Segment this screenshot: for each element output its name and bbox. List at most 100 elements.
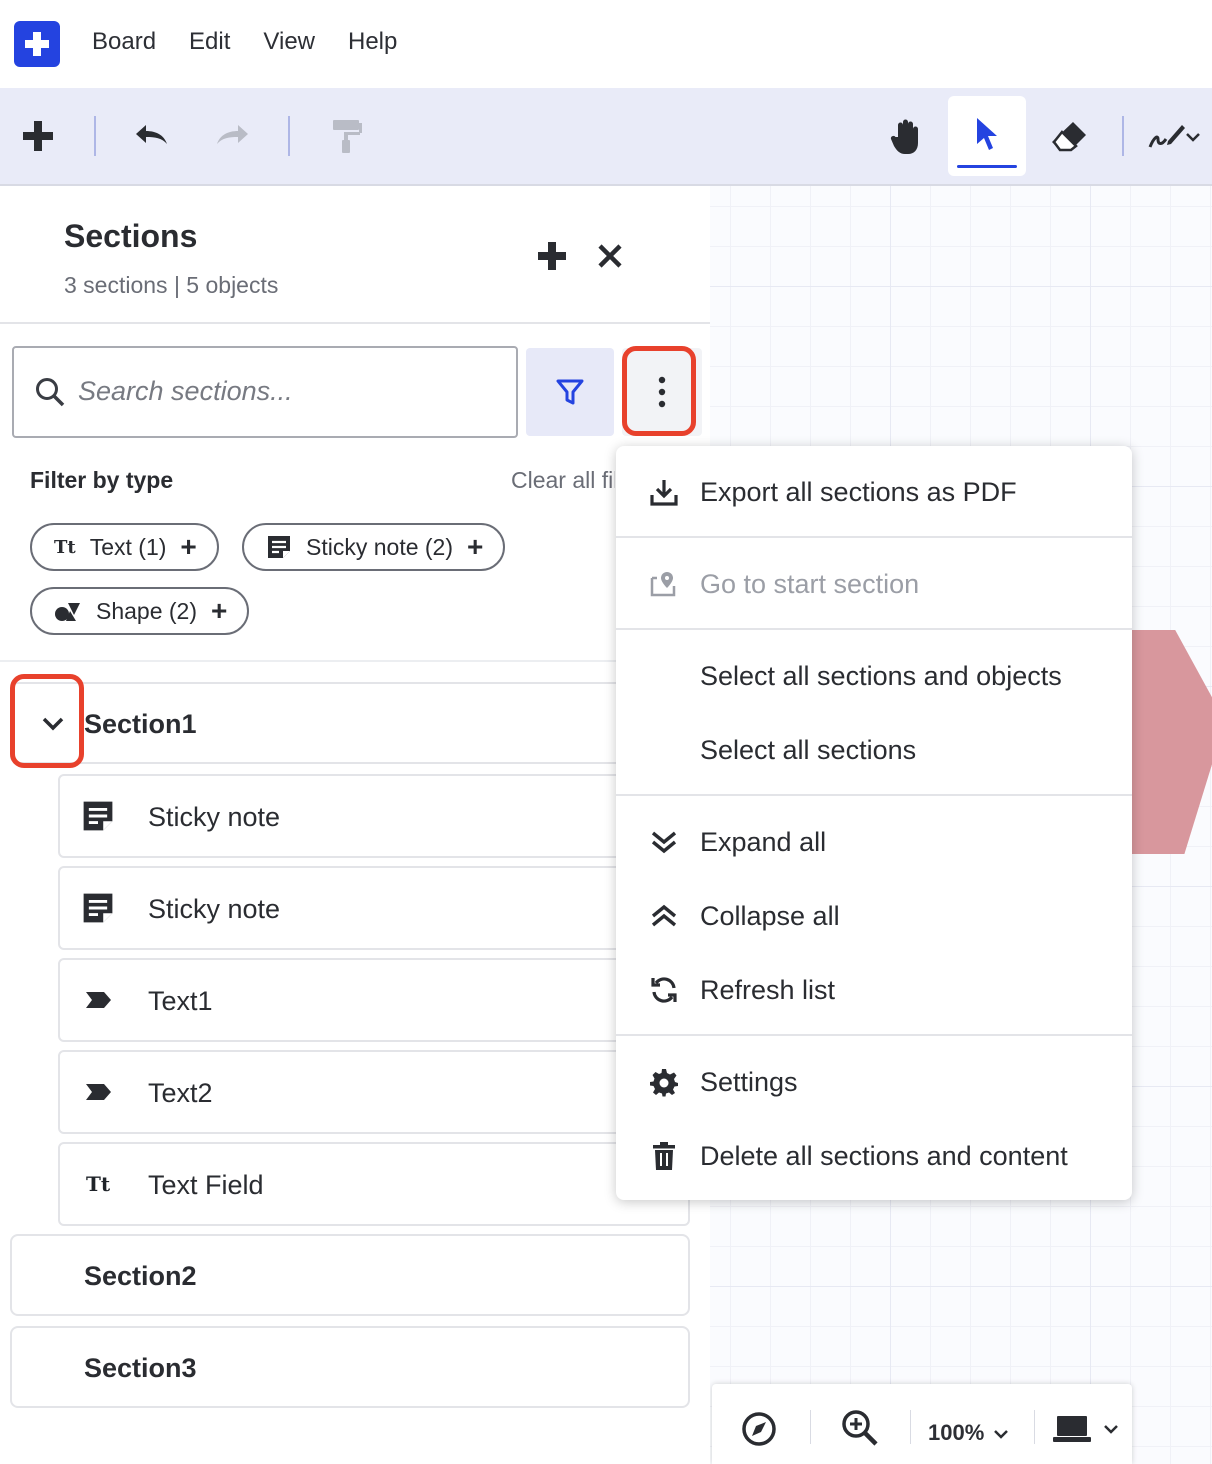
section-row-section1[interactable]: Section1: [10, 682, 690, 764]
divider: [0, 322, 710, 324]
hand-icon: [890, 119, 918, 154]
add-icon: +: [180, 531, 197, 562]
redo-button[interactable]: [212, 116, 254, 156]
section-name: Section3: [84, 1353, 197, 1383]
item-label: Text Field: [148, 1170, 264, 1200]
select-pointer-icon: [977, 118, 997, 150]
filter-chip-text[interactable]: Tt Text (1) +: [30, 523, 219, 571]
menu-item-refresh-list[interactable]: Refresh list: [616, 960, 1132, 1020]
zoom-level-select[interactable]: 100%: [928, 1420, 1009, 1446]
menu-view[interactable]: View: [263, 28, 315, 56]
pen-tool-button[interactable]: [1146, 114, 1212, 160]
menu-item-label: Go to start section: [700, 568, 920, 599]
filter-button[interactable]: [526, 348, 614, 436]
close-panel-button[interactable]: [596, 242, 624, 275]
app-logo-icon: [25, 32, 49, 56]
search-input[interactable]: Search sections...: [12, 346, 518, 438]
eraser-icon: [1052, 122, 1086, 152]
section-row-section3[interactable]: Section3: [10, 1326, 690, 1408]
item-label: Sticky note: [148, 894, 281, 924]
refresh-icon: [646, 972, 682, 1008]
section-name: Section2: [84, 1261, 197, 1291]
text-type-icon: Tt: [54, 536, 76, 558]
chevron-down-icon: [1186, 133, 1200, 142]
menu-item-collapse-all[interactable]: Collapse all: [616, 886, 1132, 946]
add-icon: [23, 121, 53, 151]
app-logo: [14, 21, 60, 67]
device-preview-button[interactable]: [1052, 1414, 1118, 1444]
laptop-icon: [1053, 1416, 1091, 1442]
menu-divider: [616, 794, 1132, 796]
menu-item-select-all-sections[interactable]: Select all sections: [616, 720, 1132, 780]
chevron-down-icon: [1104, 1425, 1118, 1434]
menu-item-delete-all[interactable]: Delete all sections and content: [616, 1126, 1132, 1186]
menu-item-expand-all[interactable]: Expand all: [616, 812, 1132, 872]
menu-item-settings[interactable]: Settings: [616, 1052, 1132, 1112]
add-button[interactable]: [18, 116, 58, 156]
toolbar-divider: [1122, 116, 1124, 156]
menu-item-label: Refresh list: [700, 974, 836, 1005]
gear-icon: [646, 1064, 682, 1100]
double-chevron-down-icon: [646, 824, 682, 860]
menu-item-export-pdf[interactable]: Export all sections as PDF: [616, 462, 1132, 522]
menu-divider: [616, 628, 1132, 630]
navigator-button[interactable]: [740, 1410, 778, 1453]
clear-all-filters-link[interactable]: Clear all filters: [511, 467, 615, 494]
format-painter-button[interactable]: [326, 116, 366, 156]
chip-label: Sticky note (2): [306, 533, 453, 560]
shapes-icon: [55, 603, 80, 621]
select-tool-button[interactable]: [948, 96, 1026, 176]
menu-help[interactable]: Help: [348, 28, 397, 56]
menu-item-label: Export all sections as PDF: [700, 476, 1017, 507]
item-label: Text2: [148, 1078, 213, 1108]
chevron-down-icon: [994, 1430, 1009, 1439]
zoom-bar-divider: [810, 1410, 811, 1444]
zoom-in-button[interactable]: [840, 1408, 880, 1453]
sticky-note-icon: [80, 798, 116, 834]
section-name: Section1: [84, 709, 197, 739]
toolbar-divider: [94, 116, 96, 156]
menu-divider: [616, 536, 1132, 538]
undo-icon: [136, 125, 167, 144]
text-type-icon: Tt: [85, 1172, 111, 1196]
add-icon: +: [211, 595, 228, 626]
menu-item-go-to-start: Go to start section: [616, 554, 1132, 614]
label-tag-icon: [80, 1074, 116, 1110]
add-icon: [538, 242, 566, 270]
filter-by-type-label: Filter by type: [30, 467, 174, 493]
sticky-note-icon: [268, 536, 290, 558]
section-row-section2[interactable]: Section2: [10, 1234, 690, 1316]
undo-button[interactable]: [130, 116, 172, 156]
item-label: Text1: [148, 986, 213, 1016]
label-tag-icon: [80, 982, 116, 1018]
close-icon: [598, 244, 622, 268]
filter-chip-sticky-note[interactable]: Sticky note (2) +: [242, 523, 506, 571]
menu-item-select-all-sections-objects[interactable]: Select all sections and objects: [616, 646, 1132, 706]
menu-edit[interactable]: Edit: [189, 28, 230, 56]
panel-subtitle: 3 sections | 5 objects: [64, 272, 279, 298]
menu-item-label: Collapse all: [700, 900, 840, 931]
search-placeholder: Search sections...: [78, 376, 293, 406]
section-item[interactable]: Sticky note: [58, 774, 690, 858]
more-options-menu: Export all sections as PDF Go to start s…: [616, 446, 1132, 1200]
panel-title: Sections: [64, 218, 198, 254]
filter-chip-shape[interactable]: Shape (2) +: [30, 587, 250, 635]
pen-icon: [1148, 125, 1185, 148]
zoom-bar-divider: [910, 1410, 911, 1444]
section-item[interactable]: Text2: [58, 1050, 690, 1134]
add-section-button[interactable]: [536, 240, 568, 277]
eraser-tool-button[interactable]: [1046, 114, 1092, 160]
section-item[interactable]: Text1: [58, 958, 690, 1042]
trash-icon: [646, 1138, 682, 1174]
zoom-bar-divider: [1034, 1410, 1035, 1444]
hand-tool-button[interactable]: [884, 114, 930, 160]
redo-icon: [217, 125, 248, 144]
toolbar: [0, 88, 1212, 186]
chip-label: Text (1): [89, 533, 167, 560]
section-item[interactable]: Sticky note: [58, 866, 690, 950]
menu-item-label: Delete all sections and content: [700, 1140, 1068, 1171]
menu-board[interactable]: Board: [92, 28, 156, 56]
section-item[interactable]: Tt Text Field: [58, 1142, 690, 1226]
compass-icon: [742, 1412, 776, 1446]
map-pin-icon: [646, 566, 682, 602]
